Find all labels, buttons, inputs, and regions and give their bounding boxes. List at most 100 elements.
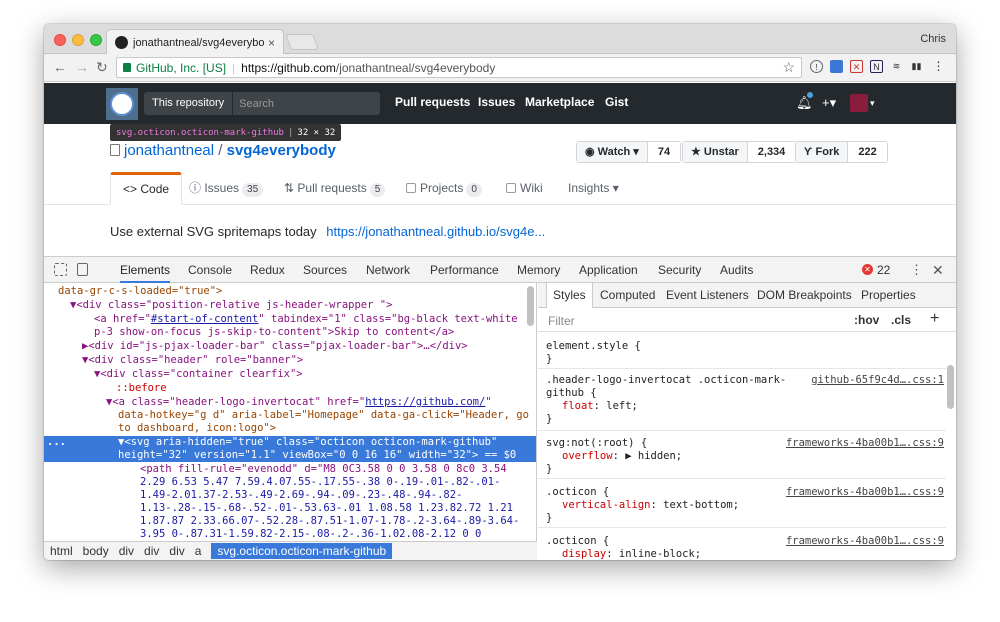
breadcrumb-svg[interactable]: svg.octicon.octicon-mark-github [211,543,393,559]
style-rule[interactable]: .octicon { vertical-align: text-bottom; … [538,480,946,528]
dom-node-line-selected[interactable]: ... ▼<svg aria-hidden="true" class="octic… [44,436,536,449]
new-rule-button[interactable]: + [930,310,939,328]
search-input[interactable]: Search [233,98,274,110]
tab-network[interactable]: Network [366,257,410,283]
breadcrumb-div[interactable]: div [144,544,159,558]
repo-name-link[interactable]: svg4everybody [227,142,336,159]
dom-node-line[interactable]: data-gr-c-s-loaded="true"> [44,285,536,298]
dom-node-line[interactable]: ▼<div class="header" role="banner"> [44,354,536,367]
tab-event-listeners[interactable]: Event Listeners [666,283,749,308]
breadcrumb-html[interactable]: html [50,544,73,558]
tab-computed[interactable]: Computed [600,283,655,308]
styles-scrollbar[interactable] [947,365,954,409]
tab-memory[interactable]: Memory [517,257,560,283]
css-property[interactable]: display [562,548,606,560]
dom-node-line[interactable]: 3.95 0-.87.31-1.59.82-2.15-.08-.2-.36-1.… [44,528,536,541]
tab-security[interactable]: Security [658,257,701,283]
tab-console[interactable]: Console [188,257,232,283]
avatar-chevron-down-icon[interactable]: ▾ [870,98,875,109]
breadcrumb-div[interactable]: div [119,544,134,558]
css-property[interactable]: overflow [562,450,613,462]
device-toolbar-icon[interactable] [77,263,88,276]
dom-node-line[interactable]: ▶<div id="js-pjax-loader-bar" class="pja… [44,340,536,353]
browser-tab[interactable]: jonathantneal/svg4everybody × [106,29,284,55]
dom-node-line[interactable]: 2.29 6.53 5.47 7.59.4.07.55-.17.55-.38 0… [44,476,536,489]
nav-gist[interactable]: Gist [605,95,628,109]
tab-sources[interactable]: Sources [303,257,347,283]
nav-issues[interactable]: Issues [478,95,515,109]
dom-node-line[interactable]: 1.49-2.01.37-2.53-.49-2.69-.94-.09-.23-.… [44,489,536,502]
github-logo-icon[interactable] [110,92,134,116]
search-box[interactable]: This repository Search [144,92,380,115]
dom-node-line[interactable]: <path fill-rule="evenodd" d="M8 0C3.58 0… [44,463,536,476]
back-icon[interactable]: ← [53,59,67,75]
style-rule[interactable]: .header-logo-invertocat .octicon-mark- g… [538,371,946,431]
tab-styles[interactable]: Styles [546,283,593,308]
watch-button[interactable]: ◉ Watch ▾ [577,142,648,162]
tab-wiki[interactable]: Wiki [506,172,543,205]
unstar-button[interactable]: ★ Unstar [683,142,748,162]
tab-projects[interactable]: Projects 0 [406,172,482,205]
address-bar[interactable]: GitHub, Inc. [US] | https://github.com/j… [116,57,802,78]
extension-x-icon[interactable]: ✕ [850,60,863,73]
dom-node-line[interactable]: ▼<a class="header-logo-invertocat" href=… [44,396,536,409]
tab-audits[interactable]: Audits [720,257,753,283]
rule-source-link[interactable]: github-65f9c4d….css:1 [811,374,944,387]
tab-application[interactable]: Application [579,257,638,283]
dom-node-line[interactable]: ▼<div class="position-relative js-header… [44,299,536,312]
tab-redux[interactable]: Redux [250,257,285,283]
reload-icon[interactable]: ↻ [96,59,108,75]
style-rule[interactable]: element.style { } [538,337,946,369]
dom-node-line[interactable]: <a href="#start-of-content" tabindex="1"… [44,313,536,326]
fork-count[interactable]: 222 [848,142,887,162]
watch-count[interactable]: 74 [647,142,681,162]
rule-source-link[interactable]: frameworks-4ba00b1….css:9 [786,486,944,499]
hover-state-toggle[interactable]: :hov [854,313,879,327]
dom-node-line[interactable]: data-hotkey="g d" aria-label="Homepage" … [44,409,536,422]
dom-node-line[interactable]: to dashboard, icon:logo"> [44,422,536,435]
star-count[interactable]: 2,334 [747,142,796,162]
info-extension-icon[interactable]: ! [810,60,823,73]
breadcrumb-a[interactable]: a [195,544,202,558]
tab-issues[interactable]: ⓘ Issues 35 [189,172,264,205]
class-toggle[interactable]: .cls [891,313,911,327]
inspect-element-icon[interactable] [54,263,67,276]
avatar[interactable] [850,94,868,112]
tab-dom-breakpoints[interactable]: DOM Breakpoints [757,283,852,308]
bookmark-star-icon[interactable]: ☆ [782,59,795,76]
dom-node-line[interactable]: 1.87.87 2.33.66.07-.52.28-.87.51-1.07-1.… [44,515,536,528]
devtools-menu-icon[interactable]: ⋮ [910,257,923,283]
minimize-window-button[interactable] [72,34,84,46]
tab-pull-requests[interactable]: ⇅ Pull requests 5 [284,172,386,205]
dom-node-line-selected[interactable]: height="32" version="1.1" viewBox="0 0 1… [44,449,536,462]
extension-bars-icon[interactable]: ▮▮ [910,60,923,73]
style-rule[interactable]: svg:not(:root) { overflow: ▶ hidden; } f… [538,431,946,479]
extension-n-icon[interactable]: N [870,60,883,73]
devtools-close-icon[interactable]: ✕ [932,257,944,283]
error-icon[interactable]: ✕ [862,264,873,275]
dom-node-line[interactable]: 1.13-.28-.15-.68-.52-.01-.53.63-.01 1.08… [44,502,536,515]
new-tab-button[interactable] [285,34,319,50]
css-property[interactable]: float [562,400,594,412]
nav-marketplace[interactable]: Marketplace [525,95,594,109]
tab-code[interactable]: <> Code [110,172,183,205]
css-value[interactable]: left; [606,400,638,412]
css-value[interactable]: inline-block; [619,548,701,560]
forward-icon[interactable]: → [75,59,89,75]
dom-link[interactable]: #start-of-content [151,313,258,325]
elements-scrollbar[interactable] [527,286,534,326]
filter-input[interactable]: Filter [548,314,575,328]
dom-node-line[interactable]: ::before [44,382,536,395]
zoom-window-button[interactable] [90,34,102,46]
rule-source-link[interactable]: frameworks-4ba00b1….css:9 [786,535,944,548]
breadcrumb-div[interactable]: div [169,544,184,558]
tab-elements[interactable]: Elements [120,257,171,283]
create-new-menu[interactable]: +▾ [822,95,836,111]
tab-close-icon[interactable]: × [268,36,275,50]
dom-node-line[interactable]: p-3 show-on-focus js-skip-to-content">Sk… [44,326,536,339]
node-actions-icon[interactable]: ... [47,436,66,449]
css-value[interactable]: ▶ hidden; [625,450,682,462]
elements-tree[interactable]: data-gr-c-s-loaded="true"> ▼<div class="… [44,283,537,541]
homepage-link[interactable]: https://jonathantneal.github.io/svg4e... [326,224,545,239]
tab-performance[interactable]: Performance [430,257,499,283]
